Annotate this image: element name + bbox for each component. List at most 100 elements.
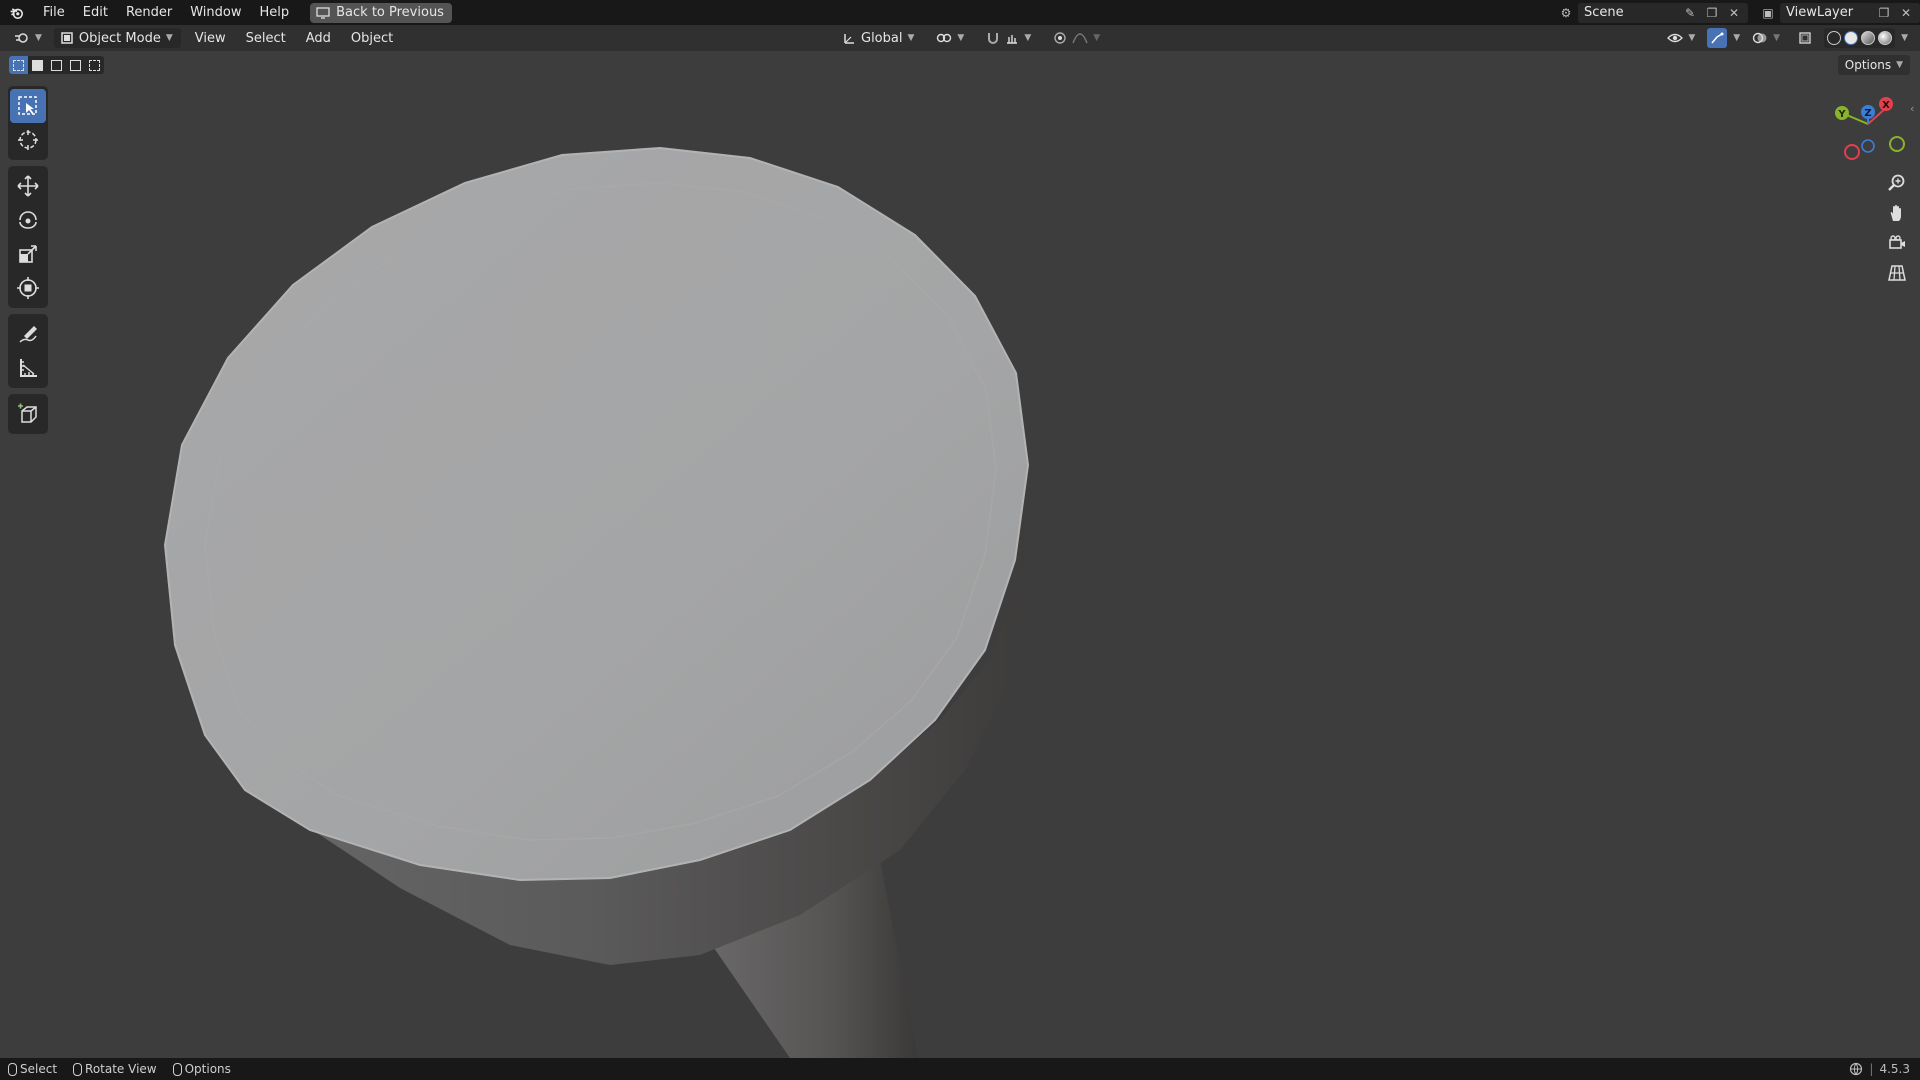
pin-icon[interactable]: ✎ (1682, 5, 1698, 21)
select-tool-group (8, 86, 48, 160)
close-icon[interactable]: ✕ (1898, 5, 1914, 21)
new-scene-icon[interactable]: ❐ (1704, 5, 1720, 21)
rendered-shading-icon[interactable] (1878, 31, 1893, 45)
select-new-mode-button[interactable] (9, 56, 28, 74)
camera-view-button[interactable] (1882, 228, 1912, 258)
menu-file[interactable]: File (34, 0, 74, 25)
proportional-editing-toggle[interactable]: ▼ (1047, 28, 1106, 48)
camera-icon (1889, 235, 1905, 249)
eye-icon (1667, 33, 1684, 43)
select-subtract-mode-button[interactable] (47, 56, 66, 74)
select-invert-icon (70, 59, 81, 71)
select-new-icon (13, 59, 24, 71)
grid-perspective-icon (1888, 265, 1906, 281)
menu-add[interactable]: Add (296, 31, 341, 46)
material-preview-shading-icon[interactable] (1861, 31, 1876, 45)
visibility-dropdown[interactable]: ▼ (1661, 28, 1701, 48)
blender-logo-icon[interactable] (0, 5, 34, 21)
viewport-options-dropdown[interactable]: Options ▼ (1837, 55, 1910, 75)
pivot-point-dropdown[interactable]: ▼ (930, 28, 970, 48)
wireframe-shading-icon[interactable] (1827, 31, 1842, 45)
move-tool[interactable] (10, 169, 46, 203)
editor-type-icon (15, 33, 28, 43)
scene-name[interactable]: Scene (1584, 5, 1676, 20)
falloff-icon (1072, 33, 1088, 44)
viewlayer-selector[interactable]: ViewLayer ❐ ✕ (1780, 2, 1920, 23)
menu-help[interactable]: Help (251, 0, 299, 25)
menu-edit[interactable]: Edit (74, 0, 117, 25)
blender-window: File Edit Render Window Help Back to Pre… (0, 0, 1920, 1080)
gizmo-neg-y-axis[interactable] (1889, 136, 1905, 152)
select-invert-mode-button[interactable] (66, 56, 85, 74)
tool-shelf (8, 86, 48, 440)
scene-selector[interactable]: Scene ✎ ❐ ✕ (1578, 2, 1748, 23)
chevron-down-icon: ▼ (35, 33, 42, 43)
gizmo-neg-z-axis[interactable] (1861, 139, 1875, 153)
shading-options-chevron-icon[interactable]: ▼ (1901, 33, 1908, 43)
hand-icon (1890, 205, 1901, 221)
viewport-3d[interactable] (0, 51, 1920, 1058)
solid-shading-icon[interactable] (1844, 31, 1859, 45)
shading-mode-group (1824, 28, 1896, 48)
select-extend-icon (32, 59, 43, 71)
scale-icon (19, 245, 37, 263)
pivot-icon (937, 33, 952, 43)
xray-toggle[interactable] (1792, 28, 1818, 48)
gizmo-z-label: Z (1864, 108, 1871, 119)
measure-ruler-icon (20, 359, 37, 377)
back-to-previous-button[interactable]: Back to Previous (310, 2, 452, 23)
navigation-gizmo[interactable]: X Y Z (1826, 94, 1906, 166)
chevron-down-icon: ▼ (1024, 33, 1032, 43)
status-options-hint: Options (172, 1062, 231, 1076)
sidebar-toggle-icon[interactable]: ‹ (1910, 102, 1920, 120)
chevron-down-icon: ▼ (957, 33, 965, 43)
editor-type-button[interactable]: ▼ (8, 28, 48, 48)
proportional-edit-icon (1054, 32, 1066, 44)
viewlayer-selector-icon[interactable]: ▣ (1760, 5, 1776, 21)
add-cube-icon (18, 403, 37, 423)
chevron-down-icon: ▼ (1896, 60, 1903, 70)
viewport-navigation-buttons (1882, 168, 1912, 288)
select-extend-mode-button[interactable] (28, 56, 47, 74)
options-label: Options (1844, 58, 1892, 72)
menu-window[interactable]: Window (181, 0, 250, 25)
cursor-tool[interactable] (10, 123, 46, 157)
network-globe-icon[interactable] (1849, 1062, 1863, 1076)
chevron-down-icon[interactable]: ▼ (1733, 33, 1740, 43)
zoom-button[interactable] (1882, 168, 1912, 198)
snap-toggle[interactable]: ▼ (980, 28, 1037, 48)
perspective-toggle-button[interactable] (1882, 258, 1912, 288)
cursor-icon (18, 130, 38, 150)
move-icon (17, 175, 39, 197)
add-cube-tool[interactable] (10, 397, 46, 431)
gizmo-neg-x-axis[interactable] (1844, 144, 1860, 160)
object-mode-icon (61, 32, 73, 44)
new-viewlayer-icon[interactable]: ❐ (1876, 5, 1892, 21)
transform-tool[interactable] (10, 271, 46, 305)
menu-render[interactable]: Render (117, 0, 181, 25)
transform-orientation-dropdown[interactable]: Global ▼ (836, 28, 920, 48)
menu-object[interactable]: Object (341, 31, 403, 46)
menu-select[interactable]: Select (236, 31, 296, 46)
pan-button[interactable] (1882, 198, 1912, 228)
overlays-icon (1752, 32, 1767, 44)
rotate-tool[interactable] (10, 203, 46, 237)
mouse-left-icon (8, 1062, 17, 1076)
viewlayer-name[interactable]: ViewLayer (1786, 5, 1870, 20)
select-box-tool[interactable] (10, 89, 46, 123)
select-intersect-mode-button[interactable] (85, 56, 104, 74)
zoom-magnifier-icon (1888, 174, 1905, 191)
gizmo-toggle[interactable] (1707, 28, 1728, 48)
mode-dropdown[interactable]: Object Mode ▼ (53, 28, 181, 48)
magnet-icon (988, 33, 999, 44)
menu-view[interactable]: View (185, 31, 236, 46)
close-icon[interactable]: ✕ (1726, 5, 1742, 21)
measure-tool[interactable] (10, 351, 46, 385)
annotate-tool[interactable] (10, 317, 46, 351)
chevron-down-icon: ▼ (1688, 33, 1696, 43)
scene-selector-icon[interactable]: ⚙ (1558, 5, 1574, 21)
overlays-toggle[interactable]: ▼ (1746, 28, 1786, 48)
scale-tool[interactable] (10, 237, 46, 271)
back-to-previous-label: Back to Previous (336, 5, 444, 20)
select-intersect-icon (89, 59, 100, 71)
